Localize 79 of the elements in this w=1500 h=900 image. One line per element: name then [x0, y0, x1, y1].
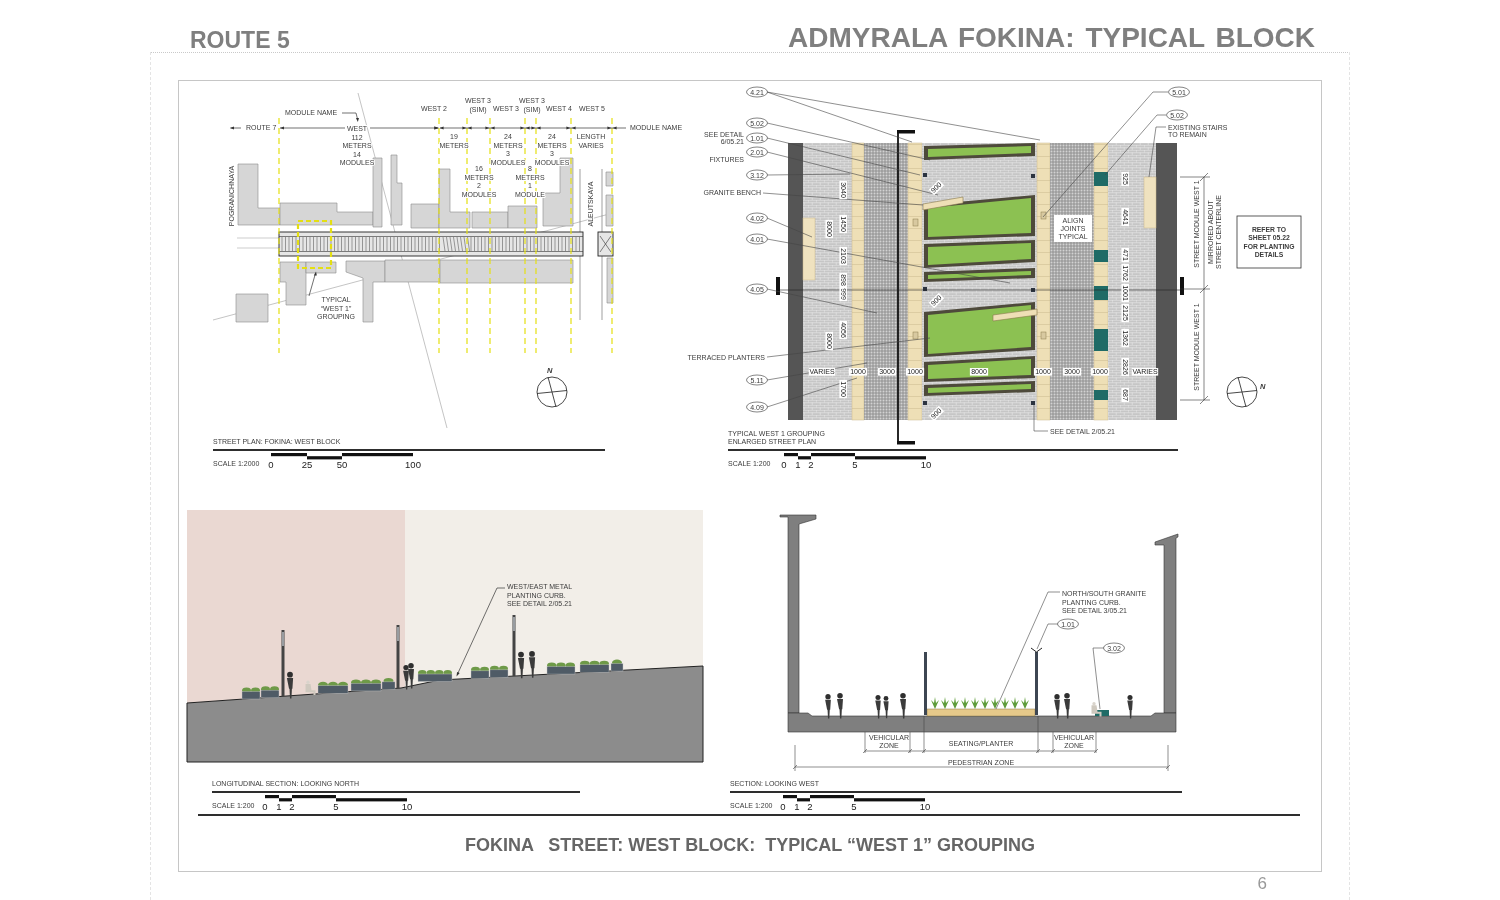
seat-block — [1094, 329, 1108, 351]
scale-label: 0 — [781, 459, 787, 470]
scale-label: 10 — [401, 801, 413, 812]
scale-label: 25 — [301, 459, 313, 470]
scale-label: 0 — [268, 459, 274, 470]
scale-label: 10 — [919, 801, 931, 812]
scale-label: 5 — [851, 801, 857, 812]
scale-label: 5 — [333, 801, 339, 812]
stair-block — [802, 217, 816, 281]
light-fixture — [912, 218, 919, 227]
granite-bench — [922, 196, 964, 211]
scale-label: 1 — [276, 801, 282, 812]
dimension-line — [279, 126, 346, 130]
lamp-post — [281, 630, 285, 697]
building-footprint — [605, 171, 614, 187]
fixture-marker — [1031, 288, 1035, 292]
scale-label: 100 — [405, 459, 421, 470]
light-fixture — [912, 331, 919, 340]
lamp-post — [512, 615, 516, 677]
person-silhouette — [1127, 695, 1133, 719]
seat-block — [1094, 250, 1108, 262]
person-silhouette — [825, 694, 831, 719]
building-footprint — [390, 154, 403, 226]
seat-block — [1094, 172, 1108, 186]
scale-label: 2 — [808, 459, 814, 470]
leader-line — [1092, 647, 1105, 710]
person-silhouette — [900, 693, 906, 719]
planter-box — [260, 686, 280, 698]
lamp-post — [924, 652, 927, 715]
fixture-marker — [923, 173, 927, 177]
scale-label: 10 — [920, 459, 932, 470]
dimension-line — [230, 126, 242, 130]
planter-box — [241, 687, 261, 700]
light-fixture — [1040, 211, 1047, 220]
planter-box — [317, 681, 349, 694]
scale-label: 1 — [795, 459, 801, 470]
planter-box — [417, 670, 453, 682]
leader-line — [308, 271, 317, 297]
route-label: ROUTE 5 — [190, 29, 290, 52]
person-silhouette — [528, 651, 536, 678]
building-footprint — [606, 257, 614, 304]
drawing-title: FOKINA STREET: WEST BLOCK: TYPICAL “WEST 1” GROUPING — [465, 834, 1035, 856]
person-silhouette — [875, 695, 881, 719]
leader-line — [341, 112, 359, 122]
seat-block — [1094, 390, 1108, 400]
building-footprint — [235, 293, 269, 323]
building-footprint — [605, 194, 614, 227]
scale-label: 5 — [852, 459, 858, 470]
scale-label: 2 — [807, 801, 813, 812]
person-silhouette — [837, 693, 843, 719]
planter-box — [470, 666, 490, 679]
scale-label: 0 — [262, 801, 268, 812]
planter-box — [489, 665, 509, 678]
sheet-title: ADMYRALA FOKINA: TYPICAL BLOCK — [788, 24, 1315, 52]
building-footprint — [507, 205, 538, 229]
person-silhouette — [1064, 693, 1070, 719]
fixture-marker — [1031, 174, 1035, 178]
fixture-marker — [923, 287, 927, 291]
leader-line — [1033, 404, 1049, 432]
fixture-marker — [923, 401, 927, 405]
granite-bench — [992, 308, 1038, 322]
light-fixture — [1040, 331, 1047, 340]
person-silhouette — [305, 680, 316, 696]
lamp-post — [396, 625, 400, 689]
scale-label: 2 — [289, 801, 295, 812]
page-number: 6 — [1256, 874, 1268, 894]
scale-label: 50 — [336, 459, 348, 470]
lamp-post — [1030, 647, 1043, 715]
scale-label: 1 — [794, 801, 800, 812]
planter-box — [546, 662, 576, 675]
scale-label: 0 — [780, 801, 786, 812]
person-silhouette — [517, 651, 525, 679]
person-silhouette — [286, 671, 294, 699]
grouping-highlight-box — [296, 219, 333, 270]
person-silhouette — [1054, 694, 1060, 719]
person-silhouette — [1091, 702, 1102, 717]
person-silhouette — [883, 696, 889, 719]
stair-block — [1143, 176, 1157, 229]
fixture-marker — [1031, 401, 1035, 405]
